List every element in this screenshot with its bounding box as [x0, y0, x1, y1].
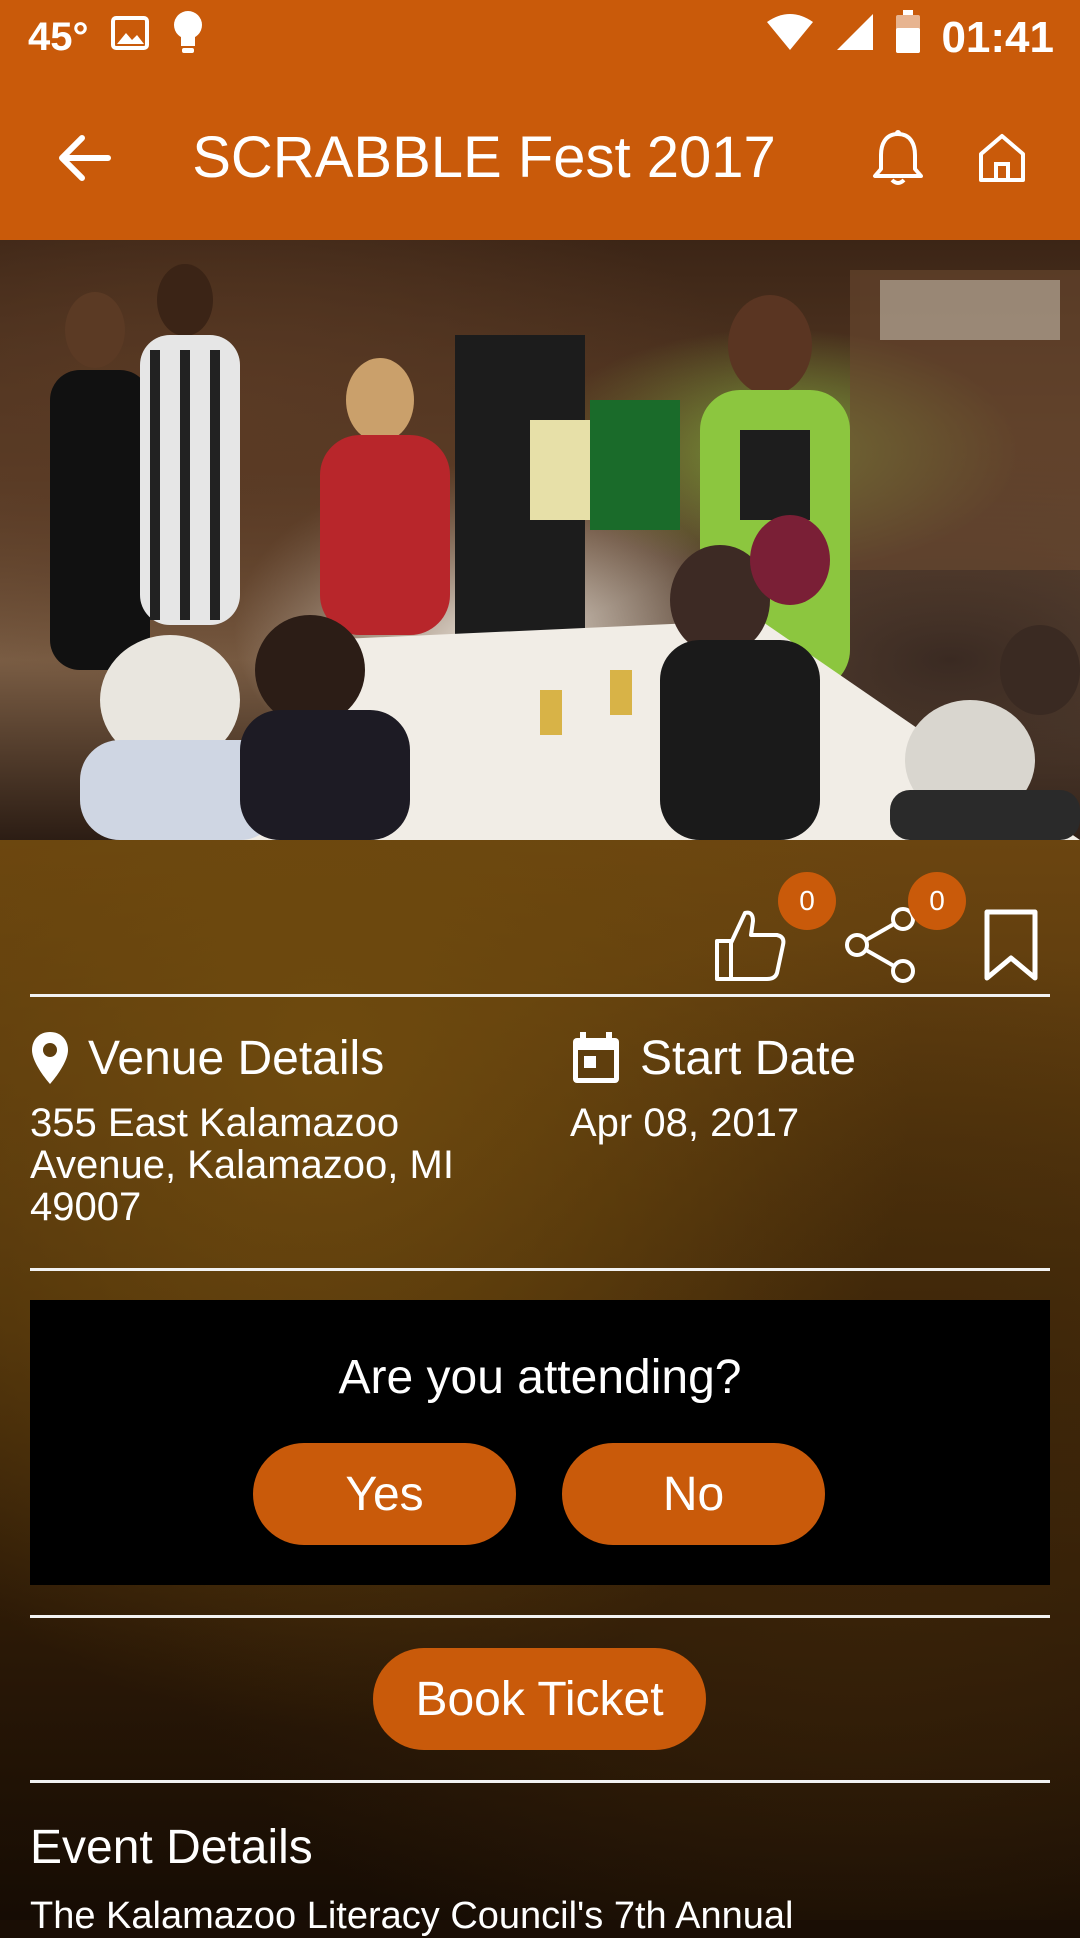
share-icon: [845, 907, 915, 983]
home-icon: [979, 133, 1025, 182]
attend-yes-button[interactable]: Yes: [253, 1443, 516, 1545]
event-photo: [0, 240, 1080, 840]
divider: [30, 1268, 1050, 1271]
lightbulb-icon: [171, 10, 205, 66]
venue-details: Venue Details 355 East Kalamazoo Avenue,…: [30, 1030, 490, 1229]
share-count-badge: 0: [908, 872, 966, 930]
home-button[interactable]: [952, 108, 1052, 208]
calendar-icon: [573, 1032, 619, 1083]
divider: [30, 994, 1050, 997]
bell-icon: [873, 129, 923, 185]
arrow-left-icon: [59, 134, 111, 181]
status-bar: 45° 01:41: [0, 0, 1080, 75]
temperature-text: 45°: [28, 15, 89, 59]
notifications-button[interactable]: [848, 108, 948, 208]
attendance-question: Are you attending?: [338, 1351, 742, 1404]
location-pin-icon: [32, 1032, 68, 1084]
thumbs-up-icon: [715, 910, 786, 981]
event-content: 0 0 Venue Details 355 East Kalamazoo Ave…: [0, 840, 1080, 1937]
share-button[interactable]: 0: [836, 872, 966, 990]
event-description: The Kalamazoo Literacy Council's 7th Ann…: [30, 1895, 794, 1937]
bookmark-button[interactable]: [966, 900, 1056, 990]
event-details-heading: Event Details: [30, 1821, 313, 1874]
clock-text: 01:41: [941, 12, 1054, 62]
start-date-details: Start Date Apr 08, 2017: [570, 1030, 1030, 1145]
attend-no-button[interactable]: No: [562, 1443, 825, 1545]
battery-icon: [895, 10, 921, 65]
image-icon: [110, 15, 149, 60]
like-button[interactable]: 0: [706, 872, 836, 990]
venue-address: 355 East Kalamazoo Avenue, Kalamazoo, MI…: [30, 1101, 454, 1229]
divider: [30, 1780, 1050, 1783]
social-actions: 0 0: [706, 872, 1056, 990]
app-bar: SCRABBLE Fest 2017: [0, 75, 1080, 240]
attendance-panel: Are you attending? Yes No: [30, 1300, 1050, 1585]
start-date-heading: Start Date: [640, 1031, 857, 1085]
wifi-icon: [765, 12, 815, 63]
book-ticket-button[interactable]: Book Ticket: [373, 1648, 706, 1750]
venue-heading: Venue Details: [88, 1031, 385, 1085]
signal-icon: [835, 12, 875, 63]
divider: [30, 1615, 1050, 1618]
start-date-value: Apr 08, 2017: [570, 1101, 800, 1145]
like-count-badge: 0: [778, 872, 836, 930]
page-title: SCRABBLE Fest 2017: [192, 125, 776, 190]
bookmark-icon: [984, 909, 1038, 981]
